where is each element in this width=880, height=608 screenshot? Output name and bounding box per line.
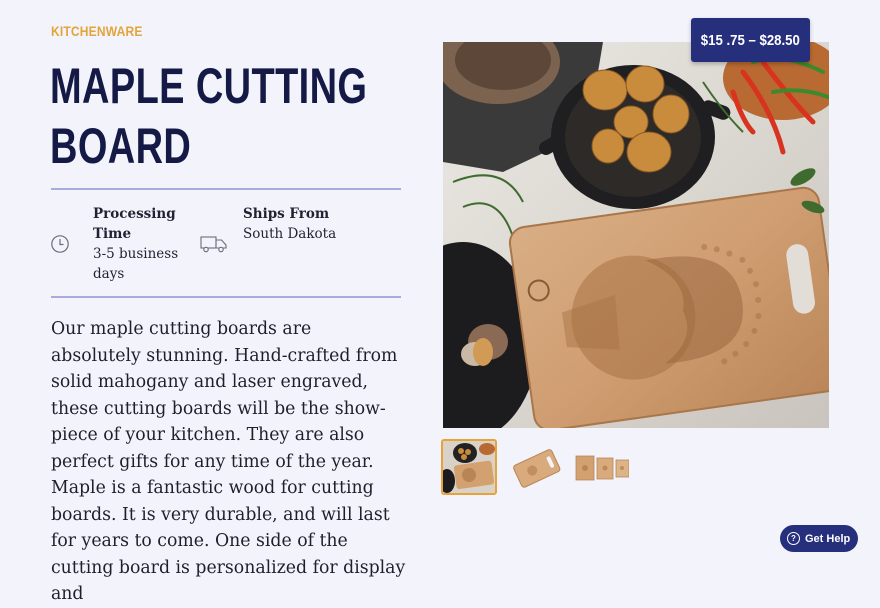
product-description: Our maple cutting boards are absolutely … [51, 319, 406, 604]
product-image[interactable] [443, 42, 829, 428]
price-badge: $15 .75 – $28.50 [691, 18, 810, 62]
get-help-button[interactable]: ? Get Help [780, 525, 858, 552]
divider-bottom [51, 296, 401, 298]
processing-time: Processing Time 3-5 business days [93, 204, 188, 284]
processing-label: Processing Time [93, 206, 176, 242]
category-label[interactable]: KITCHENWARE [51, 23, 143, 39]
ships-value: South Dakota [243, 226, 337, 242]
ships-from: Ships From South Dakota [243, 204, 373, 244]
thumbnail-table-scene[interactable] [441, 439, 497, 495]
price-range: $15 .75 – $28.50 [700, 31, 801, 49]
truck-icon [200, 235, 228, 257]
thumbnail-three-boards[interactable] [573, 439, 629, 495]
ships-label: Ships From [243, 206, 330, 222]
product-title: MAPLE CUTTING BOARD [50, 58, 368, 174]
processing-value: 3-5 business days [93, 246, 179, 282]
thumbnail-single-board[interactable] [507, 439, 563, 495]
get-help-label: Get Help [805, 532, 851, 545]
clock-icon [50, 234, 70, 258]
question-icon: ? [787, 532, 800, 545]
divider-top [51, 188, 401, 190]
